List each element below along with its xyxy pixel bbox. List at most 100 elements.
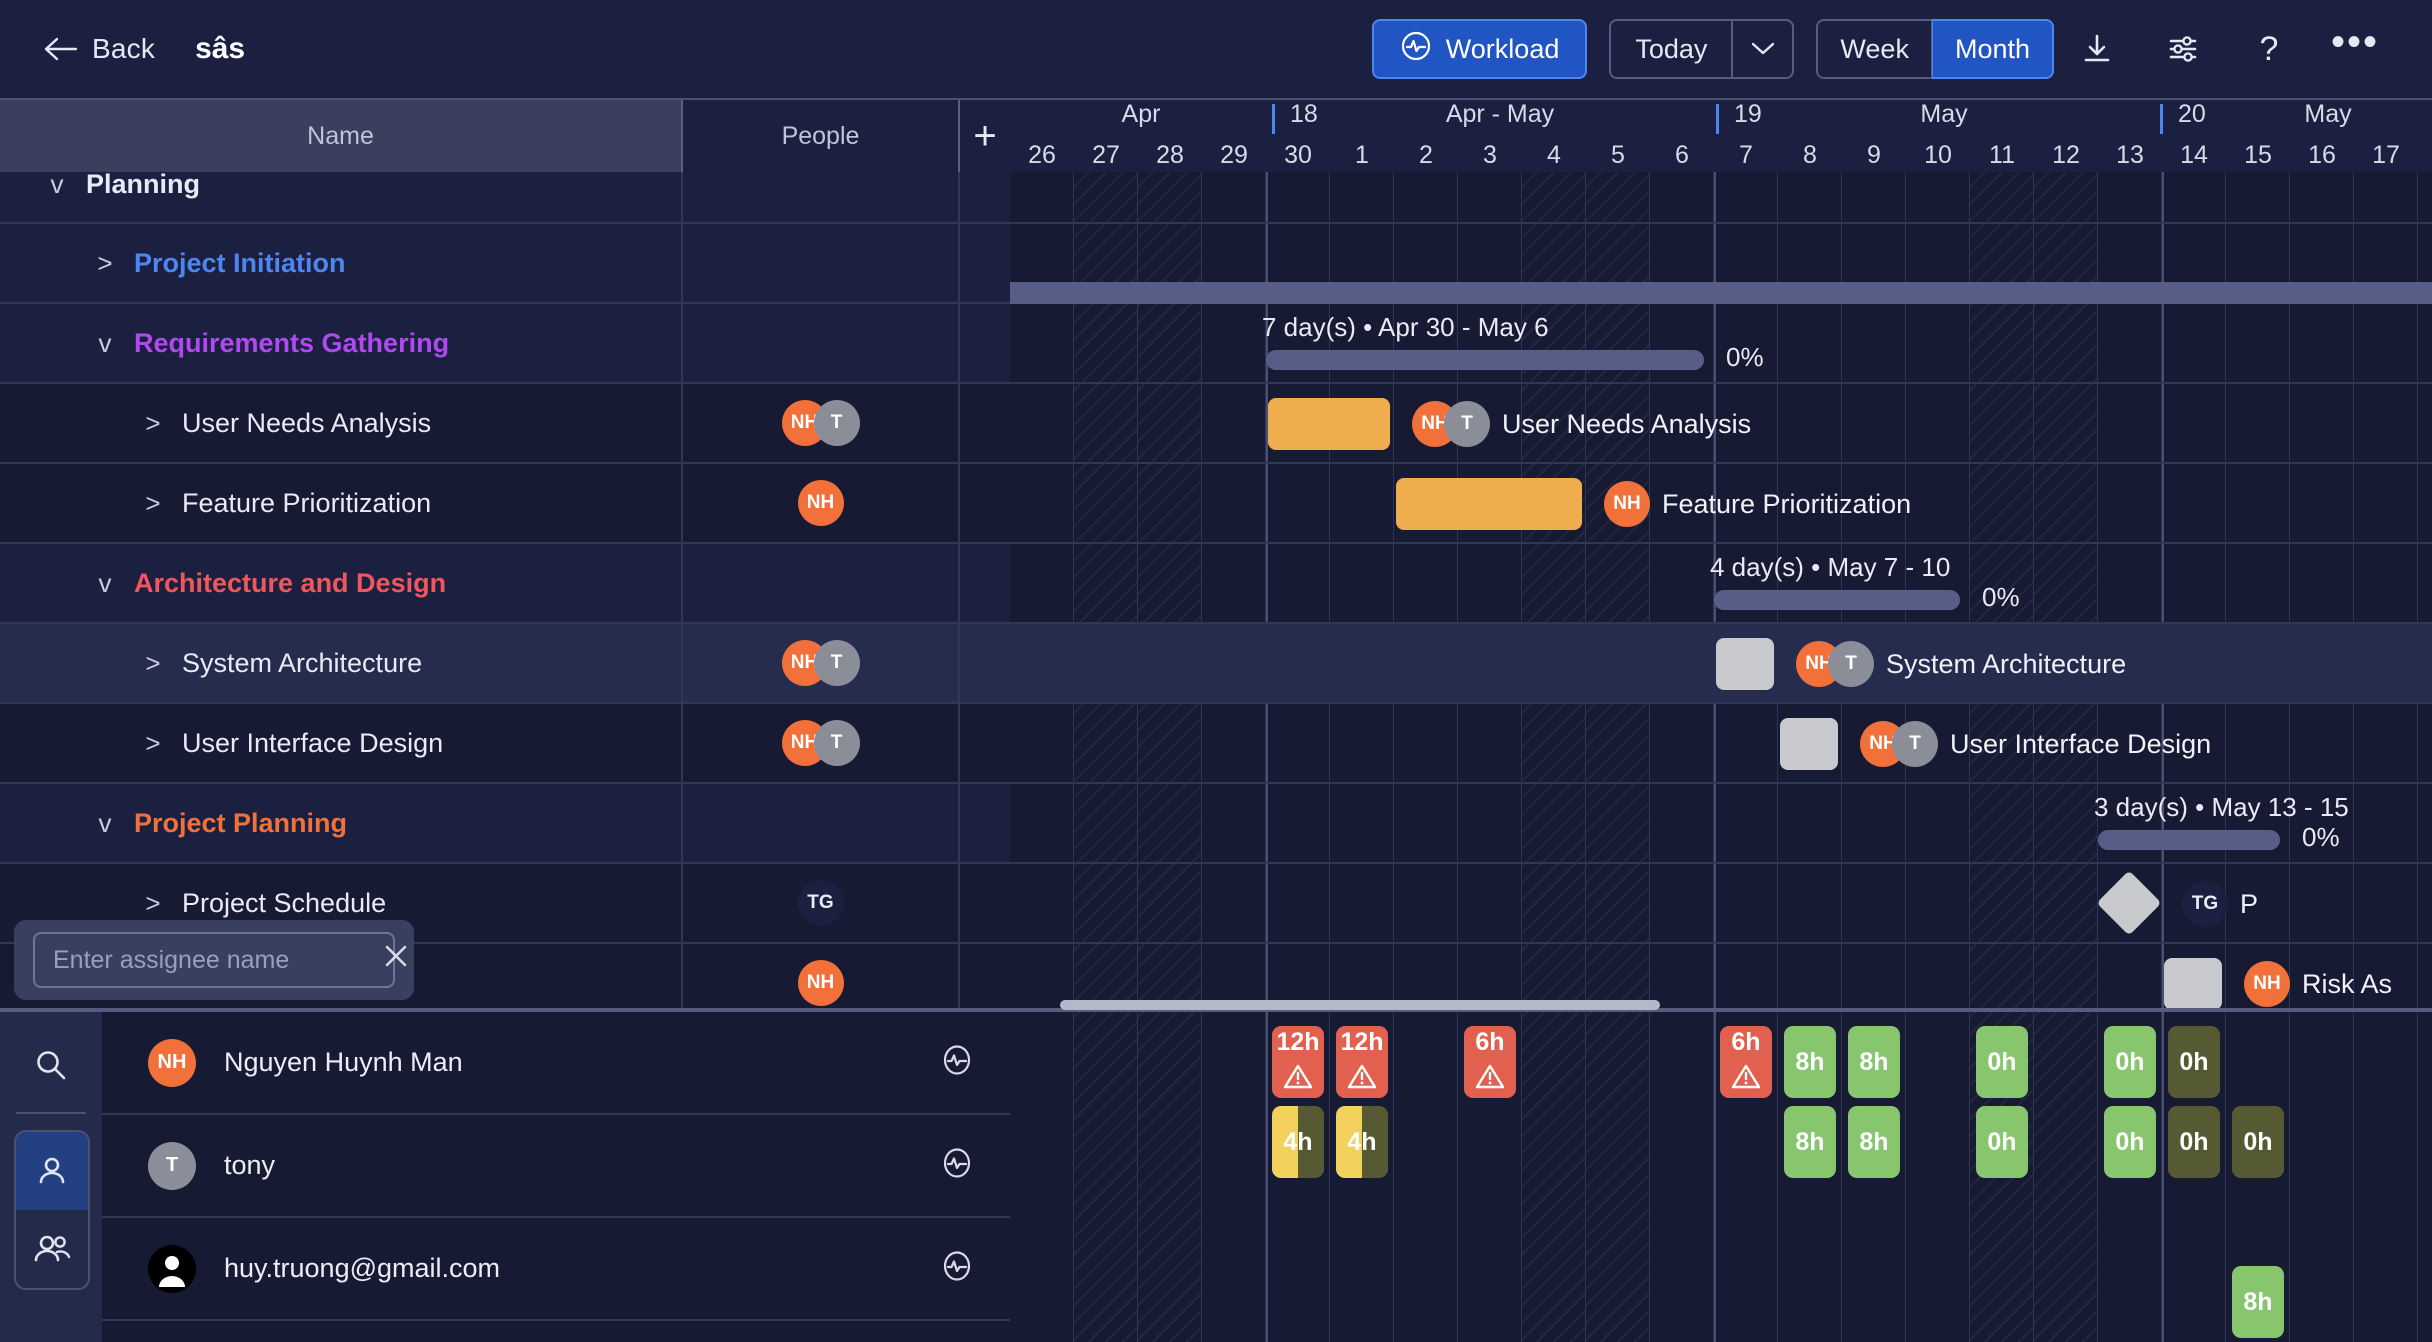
chevron-right-icon[interactable]: >	[140, 728, 166, 759]
task-group-row[interactable]: v Planning	[0, 172, 1010, 224]
workload-icon[interactable]	[940, 1146, 974, 1185]
workload-capacity-cell[interactable]: 0h	[2168, 1106, 2220, 1178]
task-people-cell[interactable]	[683, 544, 960, 622]
workload-member-row[interactable]: TGTruong Gia Huy	[102, 1321, 1010, 1342]
horizontal-scrollbar[interactable]	[1060, 1000, 1660, 1010]
workload-capacity-cell[interactable]: 0h	[1976, 1106, 2028, 1178]
workload-capacity-cell[interactable]: 12h	[1336, 1026, 1388, 1098]
workload-capacity-cell[interactable]: 8h	[1784, 1026, 1836, 1098]
task-people-cell[interactable]: NH T	[683, 704, 960, 782]
avatar[interactable]: T	[1828, 641, 1874, 687]
help-button[interactable]: ?	[2226, 19, 2312, 79]
task-people-cell[interactable]: TG	[683, 864, 960, 942]
task-people-cell[interactable]	[683, 224, 960, 302]
avatar[interactable]: T	[1892, 721, 1938, 767]
avatar[interactable]: T	[813, 720, 860, 766]
workload-capacity-cell[interactable]: 12h	[1272, 1026, 1324, 1098]
workload-capacity-cell[interactable]: 8h	[1784, 1106, 1836, 1178]
workload-grid[interactable]: 12h 12h 6h 6h 8h 8h 0h 0h 0h 4h 4h 8h 8h 0h 0h 0h 0h 8h	[1010, 1012, 2432, 1342]
task-name-cell[interactable]: > Project Initiation	[0, 224, 683, 302]
workload-capacity-cell[interactable]: 0h	[1976, 1026, 2028, 1098]
task-people-cell[interactable]: NH T	[683, 384, 960, 462]
task-name-cell[interactable]: > User Needs Analysis	[0, 384, 683, 462]
timeline-scroll-strip[interactable]	[1010, 282, 2432, 304]
task-name-cell[interactable]: > Feature Prioritization	[0, 464, 683, 542]
back-button[interactable]: Back	[44, 33, 155, 65]
task-name-cell[interactable]: v Planning	[0, 172, 683, 222]
chevron-right-icon[interactable]: >	[92, 248, 118, 279]
chevron-down-icon[interactable]	[1732, 19, 1795, 79]
column-header-people[interactable]: People	[683, 100, 960, 172]
task-people-cell[interactable]	[683, 784, 960, 862]
avatar[interactable]: NH	[797, 960, 844, 1006]
workload-capacity-cell[interactable]: 0h	[2104, 1106, 2156, 1178]
workload-member-row[interactable]: Ttony	[102, 1115, 1010, 1218]
task-name-cell[interactable]: v Project Planning	[0, 784, 683, 862]
avatar[interactable]: TG	[797, 880, 844, 926]
avatar[interactable]: T	[813, 640, 860, 686]
people-group-icon[interactable]	[16, 1210, 88, 1288]
workload-member-row[interactable]: huy.truong@gmail.com	[102, 1218, 1010, 1321]
workload-button[interactable]: Workload	[1371, 19, 1588, 79]
column-header-name[interactable]: Name	[0, 100, 683, 172]
task-people-cell[interactable]	[683, 304, 960, 382]
task-group-row[interactable]: v Architecture and Design	[0, 544, 1010, 624]
workload-icon[interactable]	[940, 1043, 974, 1082]
avatar[interactable]: NH	[2244, 961, 2290, 1007]
week-button[interactable]: Week	[1816, 19, 1932, 79]
add-column-button[interactable]: +	[960, 100, 1010, 172]
task-row[interactable]: > User Needs Analysis NH T	[0, 384, 1010, 464]
chevron-down-icon[interactable]: v	[92, 328, 118, 359]
chevron-down-icon[interactable]: v	[92, 808, 118, 839]
task-people-cell[interactable]	[683, 172, 960, 222]
gantt-bar[interactable]	[1268, 398, 1390, 450]
chevron-down-icon[interactable]: v	[92, 568, 118, 599]
avatar[interactable]: NH	[1604, 481, 1650, 527]
workload-capacity-cell[interactable]: 8h	[1848, 1106, 1900, 1178]
task-name-cell[interactable]: > System Architecture	[0, 624, 683, 702]
workload-capacity-cell[interactable]: 6h	[1720, 1026, 1772, 1098]
assignee-input-wrap[interactable]	[33, 932, 407, 988]
gantt-bar[interactable]	[1716, 638, 1774, 690]
task-name-cell[interactable]: > User Interface Design	[0, 704, 683, 782]
avatar[interactable]: NH	[797, 480, 844, 526]
task-people-cell[interactable]: NH	[683, 944, 960, 1008]
chevron-right-icon[interactable]: >	[140, 648, 166, 679]
workload-capacity-cell[interactable]: 0h	[2104, 1026, 2156, 1098]
workload-capacity-cell[interactable]: 0h	[2168, 1026, 2220, 1098]
workload-capacity-cell[interactable]: 8h	[1848, 1026, 1900, 1098]
summary-progress-bar[interactable]	[2098, 830, 2280, 850]
task-group-row[interactable]: v Requirements Gathering	[0, 304, 1010, 384]
chevron-down-icon[interactable]: v	[44, 172, 70, 200]
assignee-name-input[interactable]	[53, 945, 375, 975]
download-icon[interactable]	[2054, 19, 2140, 79]
workload-capacity-cell[interactable]: 4h	[1272, 1106, 1324, 1178]
workload-capacity-cell[interactable]: 0h	[2232, 1106, 2284, 1178]
task-people-cell[interactable]: NH	[683, 464, 960, 542]
chevron-right-icon[interactable]: >	[140, 408, 166, 439]
chevron-right-icon[interactable]: >	[140, 888, 166, 919]
person-icon[interactable]	[16, 1132, 88, 1210]
workload-member-row[interactable]: NH Nguyen Huynh Man	[102, 1012, 1010, 1115]
avatar[interactable]: T	[813, 400, 860, 446]
workload-capacity-cell[interactable]: 4h	[1336, 1106, 1388, 1178]
chevron-right-icon[interactable]: >	[140, 488, 166, 519]
task-row[interactable]: > Feature Prioritization NH	[0, 464, 1010, 544]
avatar[interactable]: TG	[2182, 881, 2228, 927]
avatar[interactable]: T	[1444, 401, 1490, 447]
task-name-cell[interactable]: v Architecture and Design	[0, 544, 683, 622]
summary-progress-bar[interactable]	[1714, 590, 1960, 610]
workload-icon[interactable]	[940, 1249, 974, 1288]
gantt-bar[interactable]	[1780, 718, 1838, 770]
month-button[interactable]: Month	[1931, 19, 2054, 79]
task-name-cell[interactable]: v Requirements Gathering	[0, 304, 683, 382]
workload-capacity-cell[interactable]: 8h	[2232, 1266, 2284, 1338]
gantt-timeline[interactable]: 7 day(s) • Apr 30 - May 6 0% 4 day(s) • Ma…	[1010, 172, 2432, 1008]
task-row[interactable]: > User Interface Design NH T	[0, 704, 1010, 784]
task-group-row[interactable]: > Project Initiation	[0, 224, 1010, 304]
workload-capacity-cell[interactable]: 6h	[1464, 1026, 1516, 1098]
gantt-bar[interactable]	[1396, 478, 1582, 530]
gantt-bar[interactable]	[2164, 958, 2222, 1008]
today-button[interactable]: Today	[1609, 19, 1733, 79]
search-icon[interactable]	[0, 1032, 102, 1098]
